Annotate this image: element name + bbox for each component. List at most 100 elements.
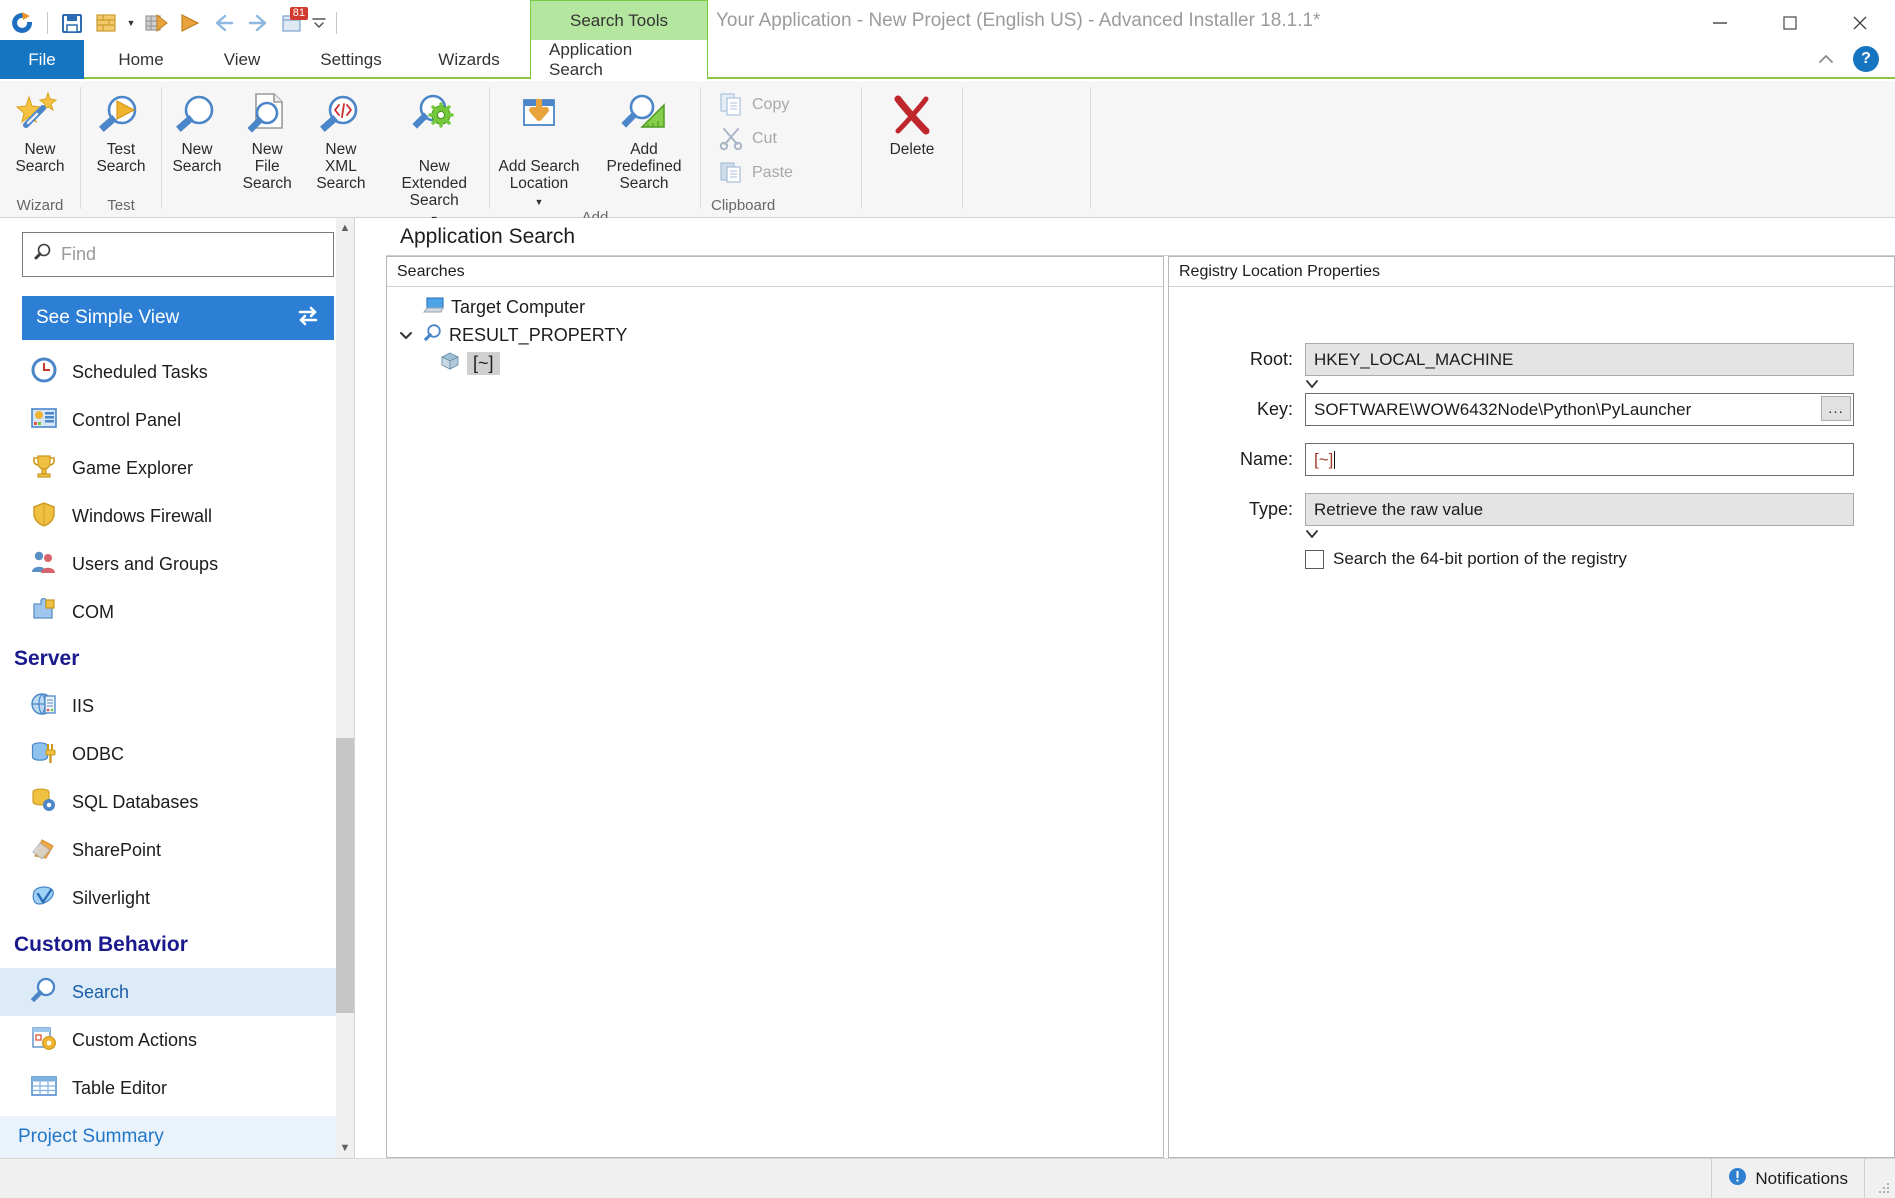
forward-icon[interactable]: [241, 4, 275, 42]
sidebar-item-sql-databases[interactable]: SQL Databases: [0, 778, 336, 826]
new-search-label: New Search: [172, 141, 222, 175]
build-dropdown-icon[interactable]: ▼: [123, 4, 139, 42]
see-simple-view-label: See Simple View: [36, 307, 180, 328]
searches-tree: Target Computer RESULT_PROPERTY [~]: [387, 287, 1163, 377]
searches-tree-body[interactable]: Target Computer RESULT_PROPERTY [~]: [387, 287, 1163, 1157]
tree-twisty-expanded-icon[interactable]: [395, 328, 417, 342]
new-xml-search-button[interactable]: New XML Search: [302, 85, 379, 192]
sidebar-scrollbar[interactable]: ▲ ▼: [336, 218, 354, 1158]
name-value: [~]: [1314, 449, 1334, 469]
tab-file[interactable]: File: [0, 40, 84, 79]
test-search-button[interactable]: Test Search: [86, 85, 156, 175]
new-extended-search-button[interactable]: New Extended Search ▼: [379, 85, 489, 226]
key-input[interactable]: SOFTWARE\WOW6432Node\Python\PyLauncher: [1305, 393, 1854, 426]
type-combobox[interactable]: Retrieve the raw value: [1305, 493, 1854, 526]
back-icon[interactable]: [207, 4, 241, 42]
type-control: Retrieve the raw value: [1305, 493, 1854, 538]
scrollbar-thumb[interactable]: [336, 738, 354, 1013]
new-search-wizard-button[interactable]: New Search: [5, 85, 75, 175]
sidebar-item-table-editor[interactable]: Table Editor: [0, 1064, 336, 1112]
tab-view[interactable]: View: [196, 40, 288, 79]
root-combobox[interactable]: HKEY_LOCAL_MACHINE: [1305, 343, 1854, 376]
resize-grip[interactable]: [1865, 1159, 1895, 1198]
collapse-ribbon-icon[interactable]: [1813, 46, 1839, 72]
cut-button[interactable]: Cut: [711, 121, 783, 155]
new-file-search-button[interactable]: New File Search: [232, 85, 302, 192]
searches-pane: Searches Target Computer RESULT_PROPERTY…: [386, 256, 1164, 1158]
sidebar-item-com[interactable]: COM: [0, 588, 336, 636]
status-bar: Notifications: [0, 1158, 1895, 1198]
copy-button[interactable]: Copy: [711, 87, 795, 121]
help-icon[interactable]: ?: [1853, 46, 1879, 72]
build-run-icon[interactable]: [139, 4, 173, 42]
save-icon[interactable]: [55, 4, 89, 42]
file-magnifier-icon: [244, 89, 290, 141]
tree-node-target-computer[interactable]: Target Computer: [387, 293, 1163, 321]
tree-node-result-property[interactable]: RESULT_PROPERTY: [387, 321, 1163, 349]
odbc-plug-icon: [30, 738, 58, 771]
scroll-down-icon[interactable]: ▼: [336, 1138, 354, 1158]
new-extended-search-text: New Extended Search: [401, 158, 467, 209]
ribbon-group-wizard: New Search Wizard: [0, 81, 80, 218]
chevron-down-icon[interactable]: [1305, 376, 1319, 393]
badge-count: 81: [289, 7, 308, 20]
key-browse-button[interactable]: ...: [1821, 396, 1851, 421]
magnifier-ruler-icon: [620, 89, 668, 141]
search-64bit-checkbox[interactable]: [1305, 549, 1324, 569]
badge-icon[interactable]: 81: [275, 4, 309, 42]
sidebar-header-custom-behavior: Custom Behavior: [14, 933, 188, 956]
test-search-label: Test Search: [96, 141, 146, 175]
search-64bit-checkbox-row[interactable]: Search the 64-bit portion of the registr…: [1305, 549, 1854, 569]
run-icon[interactable]: [173, 4, 207, 42]
sidebar-item-sharepoint[interactable]: SharePoint: [0, 826, 336, 874]
sidebar-item-windows-firewall[interactable]: Windows Firewall: [0, 492, 336, 540]
tab-wizards[interactable]: Wizards: [414, 40, 524, 79]
sidebar-item-label: Custom Actions: [72, 1029, 198, 1050]
chevron-down-icon[interactable]: [1305, 526, 1319, 543]
info-icon: [1728, 1167, 1747, 1191]
ribbon-group-new: New Search New File Search New XML Searc…: [162, 81, 489, 243]
qat-more-icon[interactable]: [309, 4, 329, 42]
find-input[interactable]: Find: [22, 232, 334, 277]
key-field-row: Key: SOFTWARE\WOW6432Node\Python\PyLaunc…: [1237, 393, 1854, 426]
iis-server-icon: [30, 690, 58, 723]
tree-node-registry-value[interactable]: [~]: [387, 349, 1163, 377]
scissors-icon: [717, 124, 745, 152]
delete-button[interactable]: Delete: [877, 85, 947, 158]
app-logo-icon[interactable]: [6, 4, 40, 42]
sidebar-item-control-panel[interactable]: Control Panel: [0, 396, 336, 444]
sidebar-item-iis[interactable]: IIS: [0, 682, 336, 730]
name-input[interactable]: [~]: [1305, 443, 1854, 476]
panes-container: Searches Target Computer RESULT_PROPERTY…: [386, 256, 1895, 1158]
chevron-down-icon[interactable]: ▼: [535, 197, 544, 207]
sidebar-item-game-explorer[interactable]: Game Explorer: [0, 444, 336, 492]
paste-button[interactable]: Paste: [711, 155, 799, 189]
new-search-wizard-label: New Search: [15, 141, 65, 175]
ribbon-tab-row: File Home View Settings Wizards Applicat…: [0, 40, 1895, 79]
registry-icon: [439, 351, 461, 376]
search-icon: [33, 242, 53, 267]
add-search-location-button[interactable]: Add Search Location ▼: [490, 85, 588, 209]
project-summary-link[interactable]: Project Summary: [0, 1116, 337, 1158]
tree-node-label: [~]: [467, 351, 500, 375]
build-icon[interactable]: [89, 4, 123, 42]
sidebar-item-odbc[interactable]: ODBC: [0, 730, 336, 778]
sidebar-item-search[interactable]: Search: [0, 968, 336, 1016]
new-search-button[interactable]: New Search: [162, 85, 232, 175]
notifications-button[interactable]: Notifications: [1711, 1158, 1865, 1198]
tab-home[interactable]: Home: [94, 40, 188, 79]
sidebar-item-users-and-groups[interactable]: Users and Groups: [0, 540, 336, 588]
trophy-icon: [30, 452, 58, 485]
sidebar-item-label: Table Editor: [72, 1077, 168, 1098]
sidebar-item-custom-actions[interactable]: Custom Actions: [0, 1016, 336, 1064]
sidebar-item-scheduled-tasks[interactable]: Scheduled Tasks: [0, 348, 336, 396]
see-simple-view-button[interactable]: See Simple View: [22, 296, 334, 340]
delete-label: Delete: [889, 141, 935, 158]
sidebar-item-silverlight[interactable]: Silverlight: [0, 874, 336, 922]
scroll-up-icon[interactable]: ▲: [336, 218, 354, 238]
new-xml-search-label: New XML Search: [316, 141, 366, 192]
tab-settings[interactable]: Settings: [296, 40, 406, 79]
tab-application-search[interactable]: Application Search: [530, 40, 708, 79]
add-predefined-search-button[interactable]: Add Predefined Search: [588, 85, 700, 192]
type-field-row: Type: Retrieve the raw value: [1237, 493, 1854, 538]
